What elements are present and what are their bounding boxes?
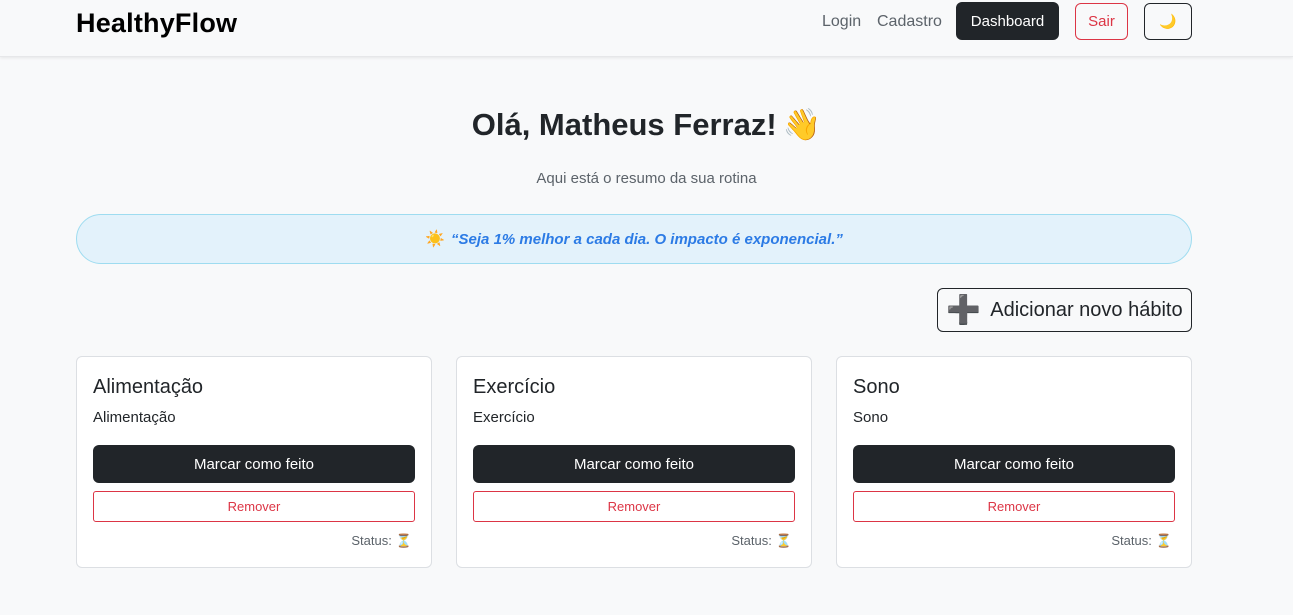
habit-status: Status: ⏳ xyxy=(731,532,792,550)
status-label: Status: xyxy=(731,533,772,548)
habit-card-alimentacao: Alimentação Alimentação Marcar como feit… xyxy=(76,356,432,568)
mark-done-button[interactable]: Marcar como feito xyxy=(853,445,1175,483)
habit-title: Alimentação xyxy=(93,376,204,398)
habit-description: Sono xyxy=(853,409,889,426)
hourglass-icon: ⏳ xyxy=(395,533,412,548)
add-habit-button[interactable]: ➕ Adicionar novo hábito xyxy=(937,288,1192,332)
mark-done-button[interactable]: Marcar como feito xyxy=(473,445,795,483)
hourglass-icon: ⏳ xyxy=(775,533,792,548)
remove-habit-button[interactable]: Remover xyxy=(853,491,1175,522)
quote-text: “Seja 1% melhor a cada dia. O impacto é … xyxy=(451,230,843,248)
habit-title: Exercício xyxy=(473,376,556,398)
page-subtitle: Aqui está o resumo da sua rotina xyxy=(536,170,757,187)
plus-icon: ➕ xyxy=(946,294,982,325)
theme-toggle-button[interactable]: 🌙 xyxy=(1144,3,1192,40)
nav-cadastro-link[interactable]: Cadastro xyxy=(877,12,942,32)
add-habit-label: Adicionar novo hábito xyxy=(990,298,1183,321)
habit-card-exercicio: Exercício Exercício Marcar como feito Re… xyxy=(456,356,812,568)
remove-habit-button[interactable]: Remover xyxy=(93,491,415,522)
nav-login-link[interactable]: Login xyxy=(822,12,861,32)
status-label: Status: xyxy=(351,533,392,548)
status-label: Status: xyxy=(1111,533,1152,548)
habit-description: Exercício xyxy=(473,409,535,426)
greeting-text: Olá, Matheus Ferraz! xyxy=(471,107,777,142)
brand-logo[interactable]: HealthyFlow xyxy=(76,6,237,40)
hourglass-icon: ⏳ xyxy=(1155,533,1172,548)
navbar: HealthyFlow Login Cadastro Dashboard Sai… xyxy=(0,0,1293,57)
habit-card-sono: Sono Sono Marcar como feito Remover Stat… xyxy=(836,356,1192,568)
habit-description: Alimentação xyxy=(93,409,176,426)
habit-status: Status: ⏳ xyxy=(351,532,412,550)
motivational-quote-banner: ☀️ “Seja 1% melhor a cada dia. O impacto… xyxy=(76,214,1192,264)
habit-title: Sono xyxy=(853,376,900,398)
moon-icon: 🌙 xyxy=(1159,13,1177,29)
dashboard-button[interactable]: Dashboard xyxy=(956,2,1059,40)
greeting-heading: Olá, Matheus Ferraz! 👋 xyxy=(0,104,1293,146)
habit-status: Status: ⏳ xyxy=(1111,532,1172,550)
logout-button[interactable]: Sair xyxy=(1075,3,1128,40)
waving-hand-icon: 👋 xyxy=(782,107,822,142)
sun-icon: ☀️ xyxy=(425,231,446,248)
mark-done-button[interactable]: Marcar como feito xyxy=(93,445,415,483)
remove-habit-button[interactable]: Remover xyxy=(473,491,795,522)
